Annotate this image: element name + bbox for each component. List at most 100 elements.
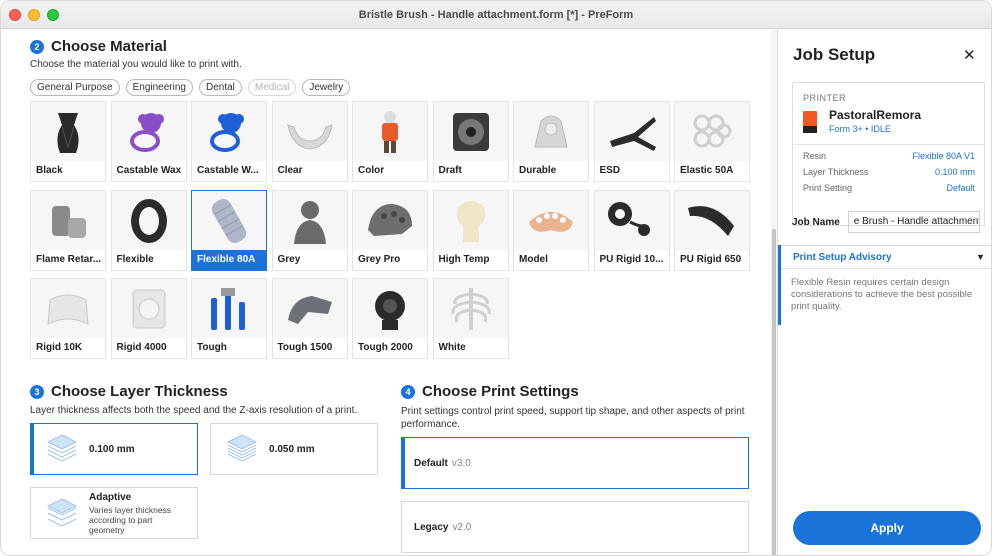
material-tile-model[interactable]: Model <box>513 189 589 271</box>
minimize-window-button[interactable] <box>28 9 40 21</box>
layer-thickness-row: Layer Thickness 0.100 mm <box>803 167 975 177</box>
layer-option-adaptive[interactable]: Adaptive Varies layer thickness accordin… <box>30 487 198 539</box>
material-tile-white[interactable]: White <box>432 278 509 359</box>
material-label: Grey Pro <box>353 249 427 270</box>
chevron-down-icon: ▼ <box>976 252 985 262</box>
material-label: High Temp <box>433 249 508 270</box>
material-tile-tough-2000[interactable]: Tough 2000 <box>352 278 428 359</box>
material-tile-pu-rigid-650[interactable]: PU Rigid 650 <box>674 189 750 271</box>
material-tile-esd[interactable]: ESD <box>593 101 670 182</box>
helmet-icon <box>353 191 427 251</box>
print-setting-default[interactable]: Default v3.0 <box>401 437 749 489</box>
choose-layer-heading: 3 Choose Layer Thickness <box>30 383 228 400</box>
material-label: White <box>433 338 508 358</box>
material-label: Rigid 10K <box>31 338 105 358</box>
setting-name: Default <box>414 457 448 469</box>
lattice-icon <box>675 102 749 162</box>
category-chip-jewelry[interactable]: Jewelry <box>302 79 351 96</box>
job-name-input[interactable]: e Brush - Handle attachment <box>847 211 980 233</box>
category-chip-medical: Medical <box>247 79 297 96</box>
material-tile-elastic-50a[interactable]: Elastic 50A <box>674 101 750 182</box>
material-label: Grey <box>272 249 347 270</box>
material-description: Choose the material you would like to pr… <box>30 59 242 70</box>
row-key: Print Setting <box>803 183 853 193</box>
setting-name: Legacy <box>414 521 449 533</box>
resin-row: Resin Flexible 80A V1 <box>803 151 975 161</box>
print-settings-description: Print settings control print speed, supp… <box>401 406 745 430</box>
category-chip-general-purpose[interactable]: General Purpose <box>30 79 120 96</box>
material-tile-flexible-80a[interactable]: Flexible 80A <box>191 189 267 271</box>
fan-icon <box>434 102 508 162</box>
maximize-window-button[interactable] <box>47 9 59 21</box>
material-tile-castable-wax[interactable]: Castable Wax <box>110 101 187 182</box>
material-label: Flexible <box>111 249 186 270</box>
material-label: PU Rigid 10... <box>594 249 669 270</box>
material-tile-black[interactable]: Black <box>30 101 106 182</box>
material-tile-grey[interactable]: Grey <box>271 189 348 271</box>
material-label: Castable Wax <box>111 161 186 181</box>
close-window-button[interactable] <box>9 9 21 21</box>
printer-summary[interactable]: PRINTER PastoralRemora Form 3+ • IDLE Re… <box>792 82 985 226</box>
grille-icon <box>112 279 186 339</box>
printer-caption: PRINTER <box>803 93 847 103</box>
row-key: Resin <box>803 151 827 161</box>
material-tile-clear[interactable]: Clear <box>271 101 348 182</box>
material-label: Rigid 4000 <box>111 338 186 358</box>
choose-print-settings-heading: 4 Choose Print Settings <box>401 383 579 400</box>
material-label: Black <box>31 161 105 181</box>
advisory-accent-bar <box>778 245 781 325</box>
category-chip-dental[interactable]: Dental <box>198 79 242 96</box>
close-icon[interactable]: ✕ <box>963 46 976 64</box>
tools-icon <box>192 279 266 339</box>
material-tile-tough[interactable]: Tough <box>191 278 267 359</box>
ring-icon <box>112 102 186 162</box>
category-chip-engineering[interactable]: Engineering <box>125 79 193 96</box>
material-label: Tough 2000 <box>353 338 427 358</box>
step-number: 2 <box>30 39 44 54</box>
jaw-icon <box>273 102 347 162</box>
material-tile-rigid-10k[interactable]: Rigid 10K <box>30 278 106 359</box>
advisory-text: Flexible Resin requires certain design c… <box>791 277 973 312</box>
material-tile-rigid-4000[interactable]: Rigid 4000 <box>110 278 187 359</box>
printer-name: PastoralRemora <box>829 108 922 122</box>
material-tile-color[interactable]: Color <box>352 101 428 182</box>
material-tile-pu-rigid-10[interactable]: PU Rigid 10... <box>593 189 670 271</box>
printer-status: Form 3+ • IDLE <box>829 124 891 134</box>
material-tile-draft[interactable]: Draft <box>432 101 509 182</box>
material-tile-grey-pro[interactable]: Grey Pro <box>352 189 428 271</box>
material-tile-flexible[interactable]: Flexible <box>110 189 187 271</box>
material-label: Clear <box>272 161 347 181</box>
section-title: Choose Material <box>51 38 167 55</box>
layer-option-0100[interactable]: 0.100 mm <box>30 423 198 475</box>
material-tile-durable[interactable]: Durable <box>513 101 589 182</box>
material-label: Elastic 50A <box>675 161 749 181</box>
vase-icon <box>31 102 105 162</box>
print-setting-legacy[interactable]: Legacy v2.0 <box>401 501 749 553</box>
material-label: Castable W... <box>192 161 266 181</box>
row-value: Flexible 80A V1 <box>912 151 975 161</box>
print-setup-advisory-header[interactable]: Print Setup Advisory ▼ <box>778 245 991 269</box>
material-tile-flame-retar[interactable]: Flame Retar... <box>30 189 106 271</box>
setting-version: v2.0 <box>452 521 472 533</box>
material-tile-high-temp[interactable]: High Temp <box>432 189 509 271</box>
material-label: ESD <box>594 161 669 181</box>
advisory-title: Print Setup Advisory <box>793 252 892 263</box>
material-category-filters: General Purpose Engineering Dental Medical J… <box>30 79 351 96</box>
row-value: 0.100 mm <box>934 167 975 177</box>
step-number: 4 <box>401 384 415 399</box>
job-setup-panel: Job Setup ✕ PRINTER PastoralRemora Form … <box>777 29 991 555</box>
titlebar: Bristle Brush - Handle attachment.form [… <box>1 1 991 29</box>
clip-icon <box>595 102 669 162</box>
material-label: Draft <box>433 161 508 181</box>
tube-icon <box>192 191 266 251</box>
scrollbar-thumb[interactable] <box>772 229 776 555</box>
teeth-icon <box>514 191 588 251</box>
layer-description: Layer thickness affects both the speed a… <box>30 405 358 416</box>
apply-button[interactable]: Apply <box>793 511 981 545</box>
material-tile-tough-1500[interactable]: Tough 1500 <box>271 278 348 359</box>
layer-option-0050[interactable]: 0.050 mm <box>210 423 378 475</box>
layer-stack-icon <box>225 431 259 468</box>
material-panel: 2 Choose Material Choose the material yo… <box>1 29 777 555</box>
material-tile-castable-w[interactable]: Castable W... <box>191 101 267 182</box>
chain-icon <box>675 191 749 251</box>
